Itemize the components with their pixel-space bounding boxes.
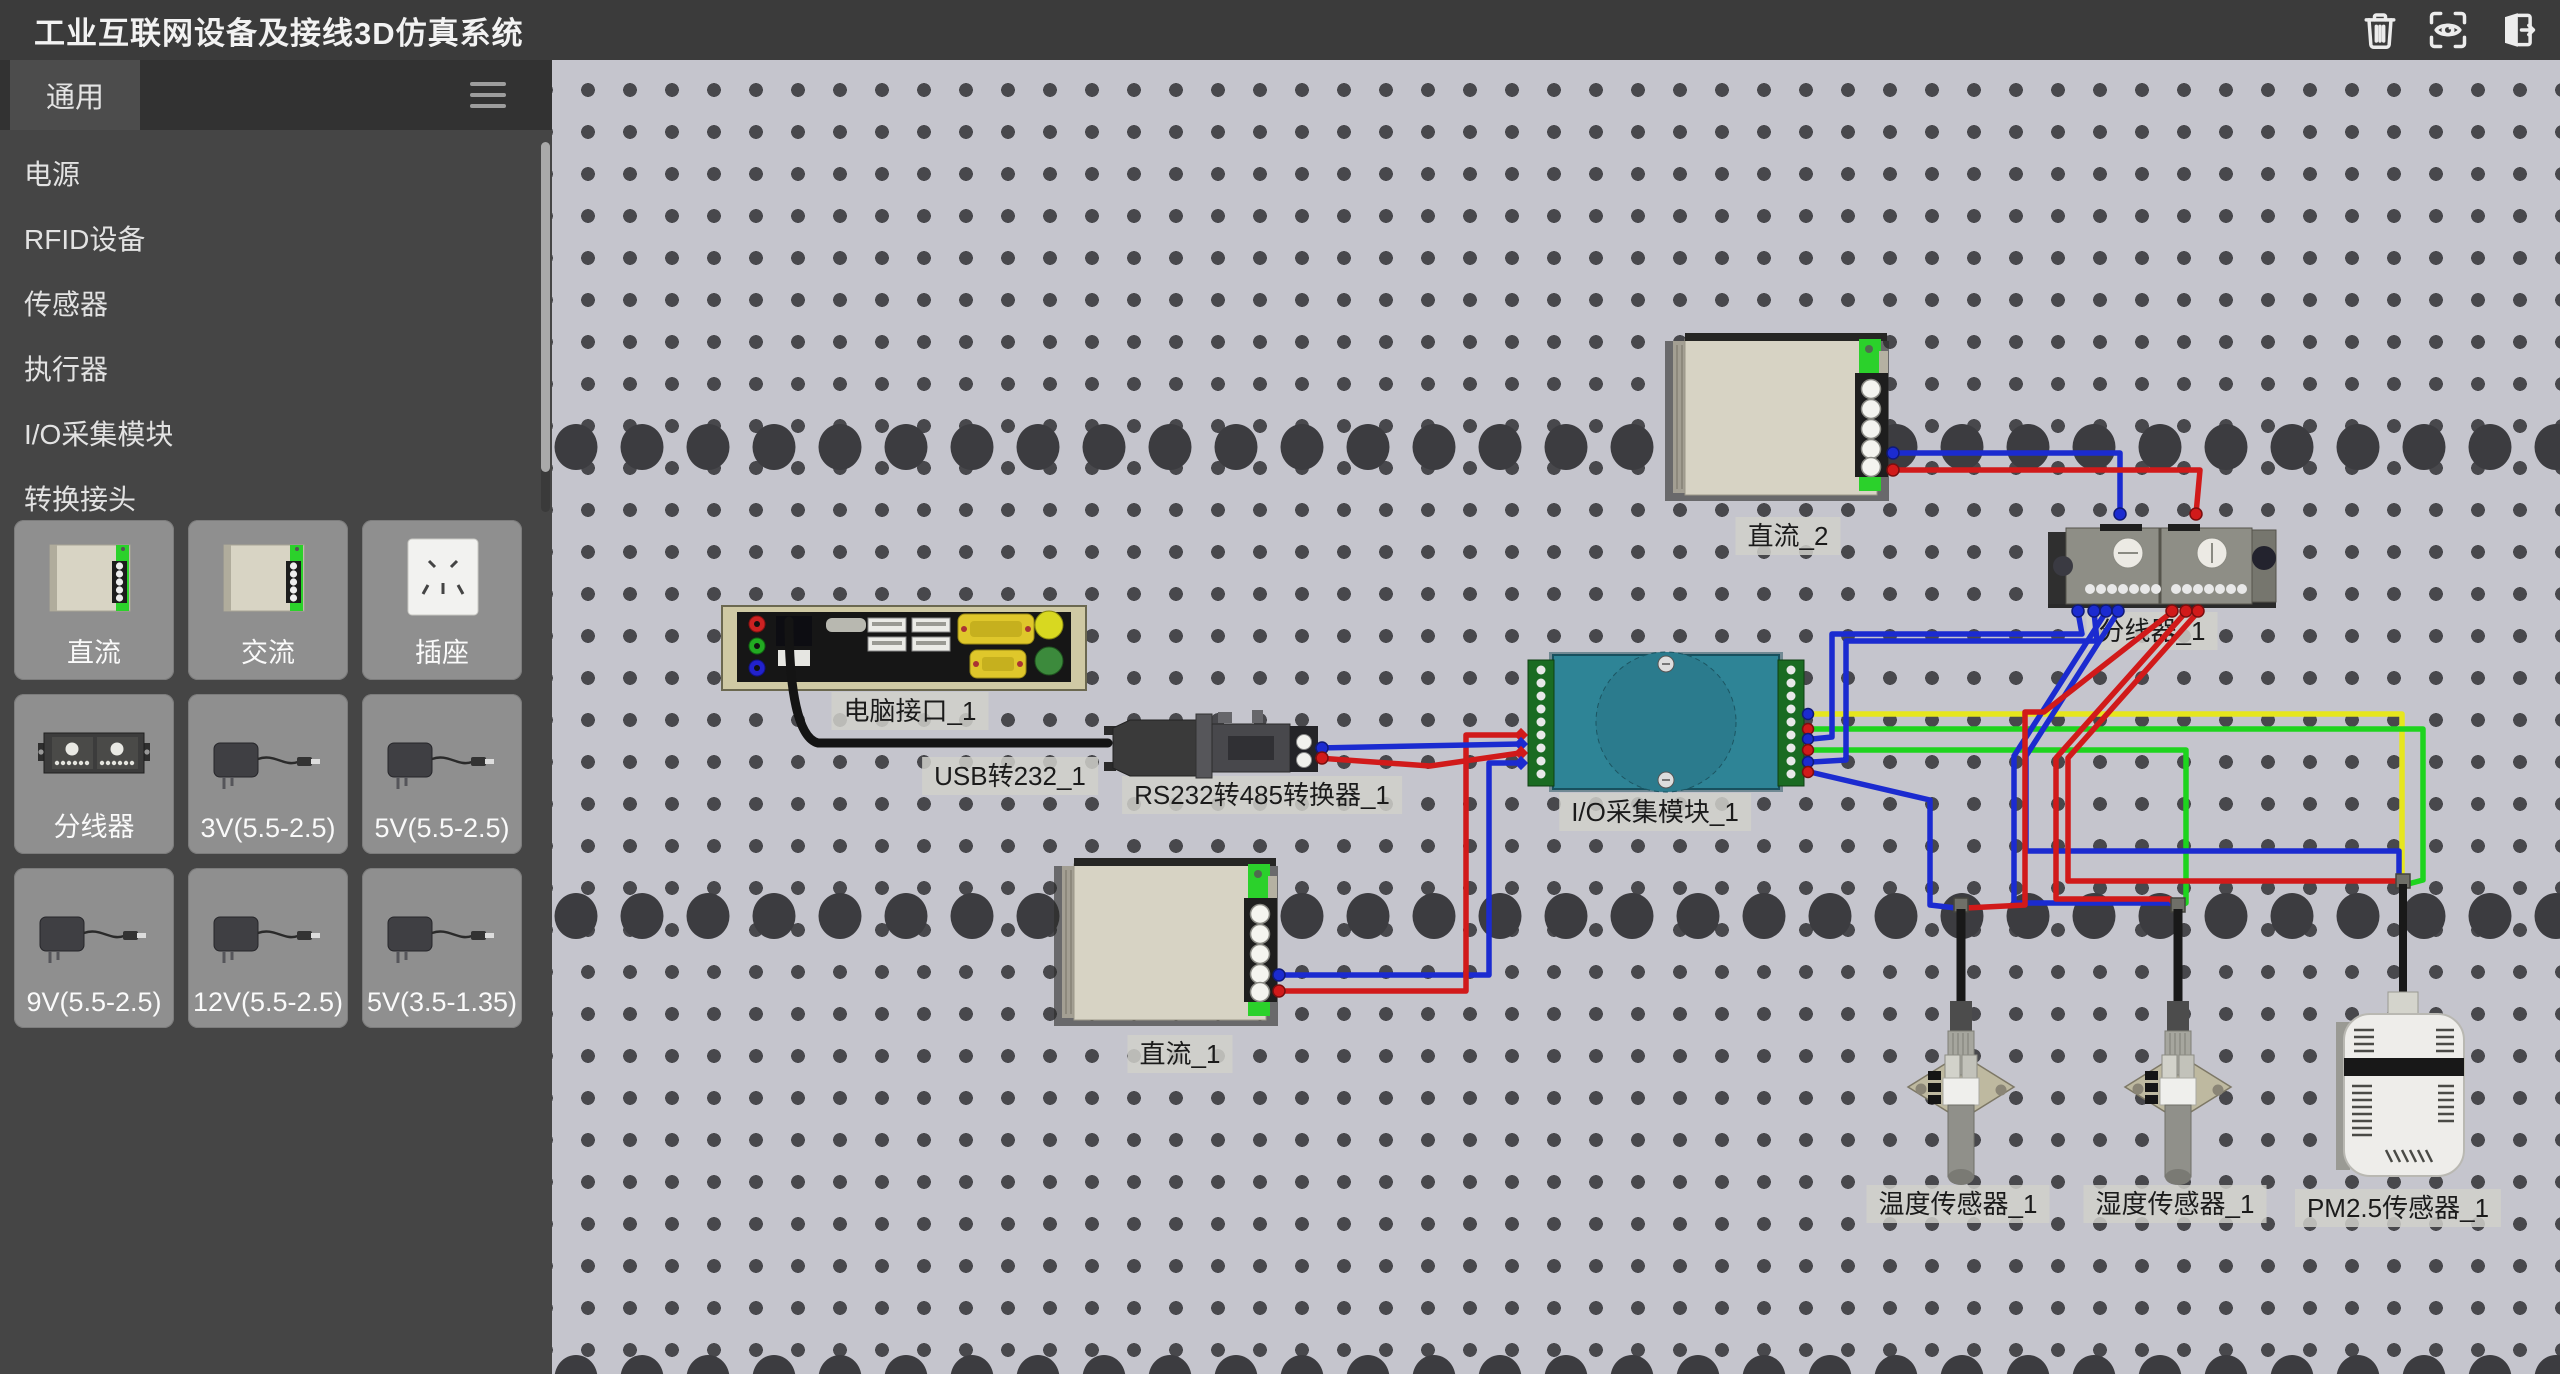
part-card-5v[interactable]: 5V(5.5-2.5) [362,694,522,854]
sidebar-tabstrip: 通用 [0,60,552,130]
parts-grid: 直流 交流 插座 分线器 3V(5.5-2.5) 5V(5.5-2.5) 9V(… [0,520,566,1028]
exit-icon[interactable] [2490,6,2542,54]
device-humidity-sensor[interactable] [2125,909,2231,1185]
splitter-icon [28,707,160,803]
sidebar-item-power[interactable]: 电源 [0,142,552,207]
power-adapter-icon [376,889,508,985]
part-label: 交流 [241,631,295,670]
sidebar-item-rfid[interactable]: RFID设备 [0,207,552,272]
device-io-module[interactable] [1528,652,1804,792]
part-card-ac[interactable]: 交流 [188,520,348,680]
focus-view-icon[interactable] [2422,6,2474,54]
wall-socket-icon [376,533,508,629]
power-adapter-icon [376,715,508,811]
trash-icon[interactable] [2354,6,2406,54]
part-card-9v[interactable]: 9V(5.5-2.5) [14,868,174,1028]
part-card-dc[interactable]: 直流 [14,520,174,680]
part-label: 12V(5.5-2.5) [193,987,343,1018]
canvas-3d[interactable]: 直流_2 电脑接口_1 USB转232_1 RS232转485转换器_1 I/O… [552,60,2560,1374]
menu-scrollbar[interactable] [541,142,550,512]
sidebar-item-io-module[interactable]: I/O采集模块 [0,402,552,467]
part-card-splitter[interactable]: 分线器 [14,694,174,854]
power-adapter-icon [202,889,334,985]
dc-power-module-icon [28,533,160,629]
category-menu: 电源 RFID设备 传感器 执行器 I/O采集模块 转换接头 [0,130,552,532]
part-label: 直流 [67,631,121,670]
part-label: 5V(5.5-2.5) [374,813,509,844]
sidebar: 通用 电源 RFID设备 传感器 执行器 I/O采集模块 转换接头 直流 交流 … [0,60,552,1374]
part-card-12v[interactable]: 12V(5.5-2.5) [188,868,348,1028]
audio-jacks [749,616,765,676]
device-splitter[interactable] [2048,524,2276,608]
title-bar-actions [2354,6,2542,54]
part-label: 9V(5.5-2.5) [26,987,161,1018]
sidebar-item-sensor[interactable]: 传感器 [0,272,552,337]
app-title: 工业互联网设备及接线3D仿真系统 [34,8,524,53]
device-dc-power-1[interactable] [1054,858,1278,1026]
device-pc-interface[interactable] [722,606,1086,690]
menu-scrollbar-thumb[interactable] [541,142,550,472]
menu-icon[interactable] [470,82,506,108]
sidebar-item-actuator[interactable]: 执行器 [0,337,552,402]
power-adapter-icon [202,715,334,811]
part-label: 分线器 [54,805,135,844]
ac-power-module-icon [202,533,334,629]
tab-general[interactable]: 通用 [10,60,140,130]
power-adapter-icon [28,889,160,985]
part-card-3v[interactable]: 3V(5.5-2.5) [188,694,348,854]
device-rs232-485-converter[interactable] [1104,710,1318,778]
part-label: 5V(3.5-1.35) [367,987,517,1018]
device-dc-power-2[interactable] [1665,333,1889,501]
part-label: 插座 [415,631,469,670]
title-bar: 工业互联网设备及接线3D仿真系统 [0,0,2560,60]
device-temperature-sensor[interactable] [1908,909,2014,1185]
part-card-socket[interactable]: 插座 [362,520,522,680]
scene [552,60,2560,1374]
part-card-5v-135[interactable]: 5V(3.5-1.35) [362,868,522,1028]
part-label: 3V(5.5-2.5) [200,813,335,844]
